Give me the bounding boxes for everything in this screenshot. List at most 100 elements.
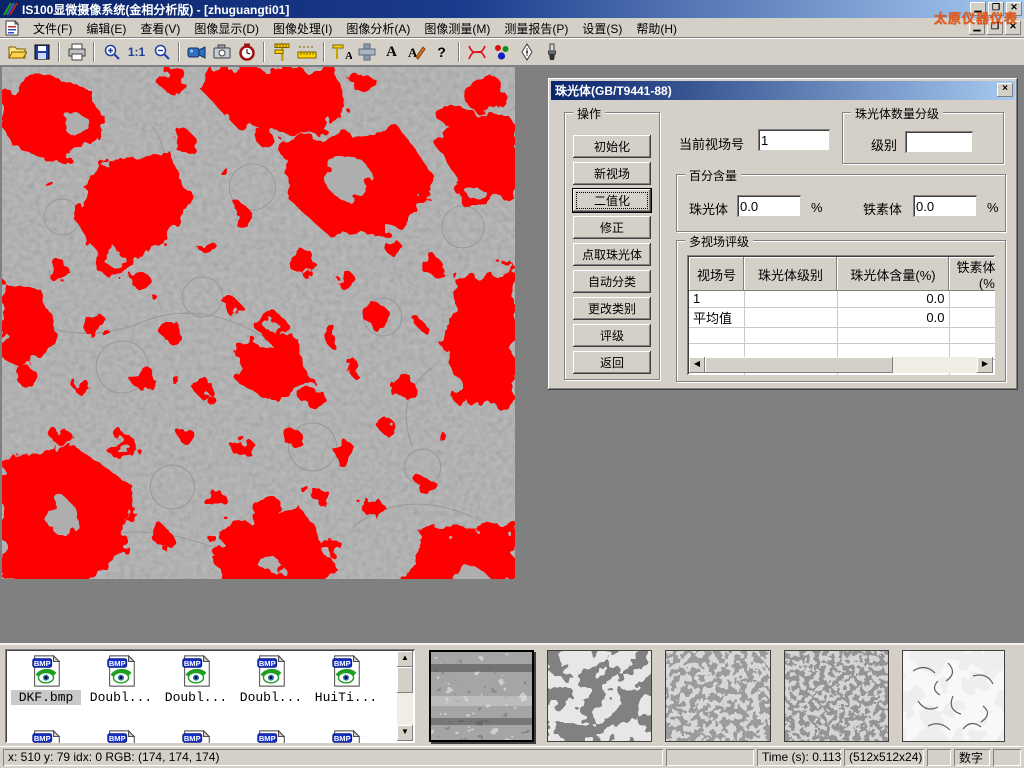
menu-image-display[interactable]: 图像显示(D) (187, 17, 266, 40)
table-horizontal-scrollbar[interactable]: ◀ ▶ (689, 357, 993, 373)
level-label: 级别 (871, 135, 897, 154)
pearlite-percent-sign: % (811, 200, 823, 215)
video-camera-icon (187, 44, 207, 60)
pick-pearlite-button[interactable]: 点取珠光体 (573, 243, 651, 266)
workspace: 珠光体(GB/T9441-88) × 操作 初始化 新视场 二值化 修正 点取珠… (0, 66, 1024, 643)
level-input[interactable] (905, 131, 973, 153)
ferrite-percent-input[interactable] (913, 195, 977, 217)
col-field-no[interactable]: 视场号 (689, 257, 744, 291)
dialog-title-bar[interactable]: 珠光体(GB/T9441-88) × (551, 81, 1015, 100)
change-class-button[interactable]: 更改类别 (573, 297, 651, 320)
menu-view[interactable]: 查看(V) (133, 17, 187, 40)
document-icon[interactable] (4, 20, 20, 36)
file-item[interactable]: Doubl... (161, 654, 231, 705)
ruler-button[interactable] (294, 40, 319, 64)
menu-image-analyze[interactable]: 图像分析(A) (339, 17, 417, 40)
scroll-thumb[interactable] (397, 667, 413, 693)
current-field-input[interactable] (758, 129, 830, 151)
scroll-up-button[interactable]: ▲ (397, 651, 413, 667)
status-empty-panel (993, 749, 1021, 766)
file-item[interactable]: Doubl... (236, 654, 306, 705)
title-bar: IS100显微摄像系统(金相分析版) - [zhuguangti01] ▁ ❐ … (0, 0, 1024, 18)
toolbar-separator (93, 42, 95, 62)
menu-edit[interactable]: 编辑(E) (79, 17, 133, 40)
camera-icon (212, 44, 232, 60)
window-title: IS100显微摄像系统(金相分析版) - [zhuguangti01] (22, 1, 289, 18)
cell (949, 307, 995, 327)
init-button[interactable]: 初始化 (573, 135, 651, 158)
grading-table[interactable]: 视场号 珠光体级别 珠光体含量(%) 铁素体含量(%) 1 0.0 平均值 (687, 255, 995, 375)
zoom-out-button[interactable] (149, 40, 174, 64)
scroll-right-button[interactable]: ▶ (977, 357, 993, 373)
help-button[interactable]: ? (429, 40, 454, 64)
correct-button[interactable]: 修正 (573, 216, 651, 239)
menu-settings[interactable]: 设置(S) (575, 17, 629, 40)
video-capture-button[interactable] (184, 40, 209, 64)
file-list-scrollbar[interactable]: ▲ ▼ (397, 651, 413, 741)
pearlite-percent-input[interactable] (737, 195, 801, 217)
particle-classify-button[interactable] (489, 40, 514, 64)
file-item[interactable]: Doubl... (86, 654, 156, 705)
snapshot-button[interactable] (209, 40, 234, 64)
zoom-in-button[interactable] (99, 40, 124, 64)
auto-classify-button[interactable]: 自动分类 (573, 270, 651, 293)
menu-file[interactable]: 文件(F) (26, 17, 79, 40)
multifield-group: 多视场评级 视场号 珠光体级别 珠光体含量(%) 铁素体含量(%) 1 0.0 (676, 240, 1006, 382)
table-row[interactable]: 平均值 0.0 (689, 307, 995, 327)
thumbnail-5[interactable] (902, 650, 1005, 742)
col-pearlite-content[interactable]: 珠光体含量(%) (837, 257, 949, 291)
scroll-thumb[interactable] (705, 357, 893, 373)
open-button[interactable] (4, 40, 29, 64)
file-item[interactable] (311, 729, 381, 743)
status-coordinates: x: 510 y: 79 idx: 0 RGB: (174, 174, 174) (3, 749, 663, 766)
cell: 平均值 (689, 307, 744, 327)
menu-image-process[interactable]: 图像处理(I) (266, 17, 339, 40)
new-field-button[interactable]: 新视场 (573, 162, 651, 185)
bottom-panel: DKF.bmp Doubl... Doubl... Doubl... HuiTi… (0, 643, 1024, 746)
menu-report[interactable]: 测量报告(P) (497, 17, 575, 40)
return-button[interactable]: 返回 (573, 351, 651, 374)
thumbnail-1[interactable] (429, 650, 534, 742)
micrograph-image[interactable] (2, 67, 515, 579)
col-ferrite-content[interactable]: 铁素体含量(%) (949, 257, 995, 291)
menu-bar: 文件(F) 编辑(E) 查看(V) 图像显示(D) 图像处理(I) 图像分析(A… (0, 18, 1024, 38)
curve-tool-button[interactable] (464, 40, 489, 64)
zoom-in-icon (103, 43, 121, 61)
thumbnail-3[interactable] (665, 650, 771, 742)
grade-button[interactable]: 评级 (573, 324, 651, 347)
grid-button[interactable] (354, 40, 379, 64)
bmp-file-icon (104, 654, 138, 688)
file-name: Doubl... (86, 690, 156, 705)
edit-text-button[interactable]: A (404, 40, 429, 64)
file-item[interactable] (161, 729, 231, 743)
caliper-measure-button[interactable] (269, 40, 294, 64)
scroll-left-button[interactable]: ◀ (689, 357, 705, 373)
save-button[interactable] (29, 40, 54, 64)
timer-button[interactable] (234, 40, 259, 64)
menu-image-measure[interactable]: 图像测量(M) (417, 17, 497, 40)
pen-tool-button[interactable] (514, 40, 539, 64)
measure-annotate-button[interactable]: A (329, 40, 354, 64)
print-button[interactable] (64, 40, 89, 64)
file-item[interactable] (236, 729, 306, 743)
text-button[interactable]: A (379, 40, 404, 64)
file-name: Doubl... (161, 690, 231, 705)
file-item[interactable] (86, 729, 156, 743)
binarize-button[interactable]: 二值化 (573, 189, 651, 212)
scroll-down-button[interactable]: ▼ (397, 725, 413, 741)
thumbnail-4[interactable] (784, 650, 889, 742)
dialog-close-button[interactable]: × (997, 83, 1013, 97)
red-curves-icon (467, 43, 487, 61)
file-item[interactable] (11, 729, 81, 743)
col-pearlite-level[interactable]: 珠光体级别 (744, 257, 837, 291)
file-item[interactable]: DKF.bmp (11, 654, 81, 705)
actual-size-button[interactable]: 1:1 (124, 40, 149, 64)
app-window: { "window": { "title": "IS100显微摄像系统(金相分析… (0, 0, 1024, 768)
table-row[interactable]: 1 0.0 (689, 291, 995, 307)
ferrite-label: 铁素体 (863, 199, 902, 218)
file-item[interactable]: HuiTi... (311, 654, 381, 705)
bmp-file-icon (104, 729, 138, 743)
brush-tool-button[interactable] (539, 40, 564, 64)
menu-help[interactable]: 帮助(H) (629, 17, 684, 40)
thumbnail-2[interactable] (547, 650, 652, 742)
